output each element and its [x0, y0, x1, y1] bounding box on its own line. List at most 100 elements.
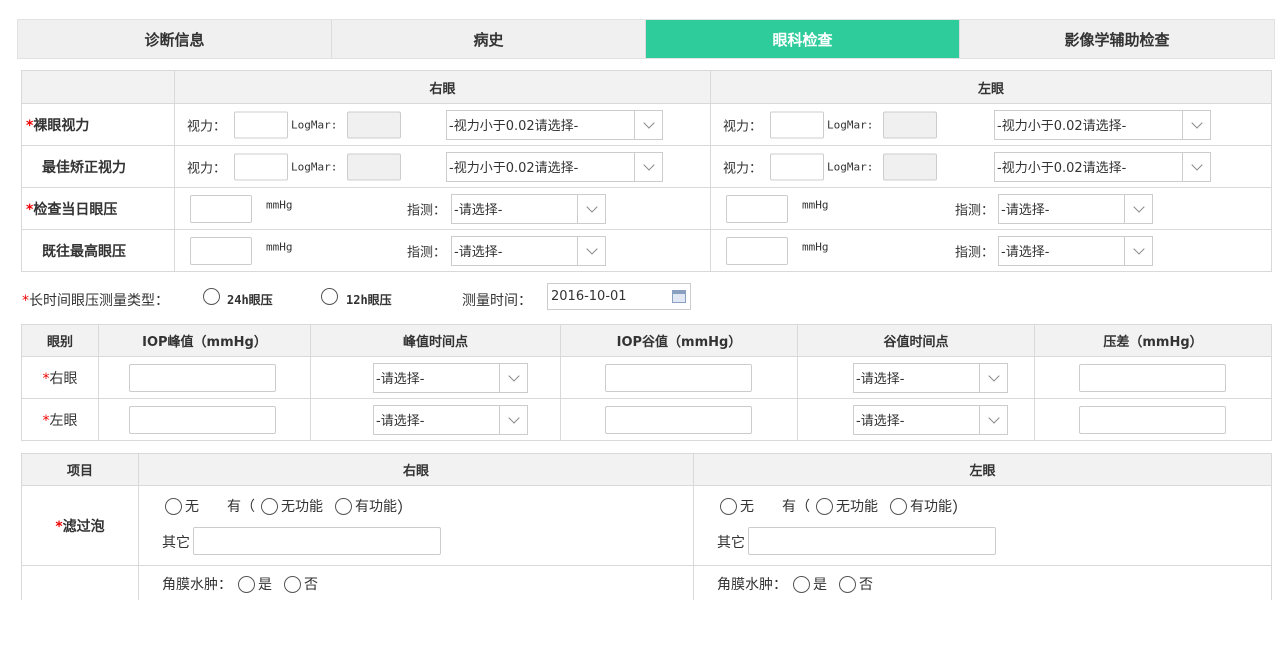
iop-peak-input[interactable]	[129, 405, 276, 434]
iop-valley-cell	[560, 398, 798, 441]
best-corrected-left: 视力： LogMar: -视力小于0.02请选择-	[710, 145, 1272, 188]
pressure-input[interactable]	[190, 236, 252, 265]
no-label: 否	[859, 577, 873, 593]
tab-bar: 诊断信息 病史 眼科检查 影像学辅助检查	[17, 19, 1275, 59]
radio-no[interactable]	[839, 575, 856, 593]
peak-time-select[interactable]: -请选择-	[373, 362, 528, 393]
finger-select[interactable]: -请选择-	[998, 193, 1153, 224]
vision-select[interactable]: -视力小于0.02请选择-	[446, 151, 663, 182]
has-label: 有（	[227, 499, 255, 515]
pressure-input[interactable]	[726, 236, 788, 265]
vision-input[interactable]	[234, 111, 288, 138]
header-empty	[21, 70, 175, 104]
iop-peak-time-cell: -请选择-	[310, 398, 561, 441]
valley-time-select[interactable]: -请选择-	[853, 362, 1008, 393]
radio-yes[interactable]	[793, 575, 810, 593]
vision-input[interactable]	[770, 111, 824, 138]
bleb-label-cell: *滤过泡	[21, 485, 139, 566]
long-term-label: *长时间眼压测量类型：	[22, 293, 169, 309]
radio-yes[interactable]	[238, 575, 255, 593]
naked-vision-left: 视力： LogMar: -视力小于0.02请选择-	[710, 103, 1272, 146]
radio-none[interactable]	[720, 497, 737, 515]
max-pressure-left: mmHg 指测： -请选择-	[710, 229, 1272, 272]
vision-pressure-table: 右眼 左眼 *裸眼视力 视力： LogMar: -视力小于0.02请选择- 视力…	[21, 70, 1272, 272]
chevron-down-icon	[499, 405, 527, 434]
has-function-label: 有功能	[355, 499, 397, 515]
vision-input[interactable]	[770, 153, 824, 180]
chevron-down-icon	[1182, 110, 1210, 139]
radio-no[interactable]	[284, 575, 301, 593]
iop-valley-input[interactable]	[605, 363, 752, 392]
iop-table: 眼别 IOP峰值（mmHg） 峰值时间点 IOP谷值（mmHg） 谷值时间点 压…	[21, 324, 1272, 441]
peak-time-select[interactable]: -请选择-	[373, 404, 528, 435]
mmhg-unit: mmHg	[802, 240, 829, 253]
radio-has-function[interactable]	[890, 497, 907, 515]
tab-eye-exam[interactable]: 眼科检查	[646, 20, 960, 58]
other-input[interactable]	[748, 527, 996, 555]
cornea-edema-label: 角膜水肿：	[717, 577, 787, 593]
other-input[interactable]	[193, 527, 441, 555]
iop-valley-input[interactable]	[605, 405, 752, 434]
iop-diff-input[interactable]	[1079, 405, 1226, 434]
finger-label: 指测：	[407, 245, 447, 260]
vision-input[interactable]	[234, 153, 288, 180]
finger-select[interactable]: -请选择-	[451, 235, 606, 266]
vision-select[interactable]: -视力小于0.02请选择-	[446, 109, 663, 140]
tab-diagnosis[interactable]: 诊断信息	[18, 20, 332, 58]
finger-select[interactable]: -请选择-	[451, 193, 606, 224]
radio-none[interactable]	[165, 497, 182, 515]
iop-diff-cell	[1034, 398, 1272, 441]
best-corrected-label: 最佳矫正视力	[42, 159, 126, 176]
valley-time-select[interactable]: -请选择-	[853, 404, 1008, 435]
pressure-today-left: mmHg 指测： -请选择-	[710, 187, 1272, 230]
bleb-options: 无 有（ 无功能 有功能 ）	[720, 494, 968, 518]
vision-select[interactable]: -视力小于0.02请选择-	[994, 151, 1211, 182]
pressure-today-label: 检查当日眼压	[33, 201, 118, 218]
iop-valley-time-cell: -请选择-	[797, 398, 1035, 441]
radio-has-function[interactable]	[335, 497, 352, 515]
no-function-label: 无功能	[836, 499, 878, 515]
vision-select[interactable]: -视力小于0.02请选择-	[994, 109, 1211, 140]
radio-no-function[interactable]	[261, 497, 278, 515]
logmar-input	[883, 111, 937, 138]
iop-row-label-right: *右眼	[21, 356, 99, 399]
radio-24h[interactable]	[203, 288, 220, 305]
close-paren: ）	[952, 498, 969, 517]
iop-header-peak: IOP峰值（mmHg）	[98, 324, 311, 357]
iop-peak-input[interactable]	[129, 363, 276, 392]
tab-imaging[interactable]: 影像学辅助检查	[960, 20, 1274, 58]
items-header-left: 左眼	[693, 453, 1272, 486]
items-table: 项目 右眼 左眼 *滤过泡 无 有（ 无功能 有功能 ） 其它 无 有（ 无功能…	[21, 453, 1272, 606]
none-label: 无	[185, 499, 199, 515]
chevron-down-icon	[1124, 194, 1152, 223]
iop-peak-cell	[98, 398, 311, 441]
chevron-down-icon	[577, 236, 605, 265]
measure-time-input[interactable]: 2016-10-01	[547, 283, 691, 310]
logmar-input	[347, 111, 401, 138]
mmhg-unit: mmHg	[802, 198, 829, 211]
items-header-item: 项目	[21, 453, 139, 486]
radio-no-function[interactable]	[816, 497, 833, 515]
yes-label: 是	[258, 577, 272, 593]
close-paren: ）	[397, 498, 414, 517]
pressure-input[interactable]	[726, 194, 788, 223]
finger-select[interactable]: -请选择-	[998, 235, 1153, 266]
radio-12h[interactable]	[321, 288, 338, 305]
iop-header-diff: 压差（mmHg）	[1034, 324, 1272, 357]
row-label-pressure-today: *检查当日眼压	[21, 187, 175, 230]
iop-valley-time-cell: -请选择-	[797, 356, 1035, 399]
logmar-label: LogMar:	[827, 160, 874, 173]
chevron-down-icon	[634, 152, 662, 181]
pressure-input[interactable]	[190, 194, 252, 223]
iop-header-valley-time: 谷值时间点	[797, 324, 1035, 357]
calendar-icon[interactable]	[672, 290, 686, 303]
tab-history[interactable]: 病史	[332, 20, 646, 58]
iop-peak-time-cell: -请选择-	[310, 356, 561, 399]
best-corrected-right: 视力： LogMar: -视力小于0.02请选择-	[174, 145, 711, 188]
chevron-down-icon	[634, 110, 662, 139]
naked-vision-label: 裸眼视力	[33, 117, 90, 134]
bottom-cutoff	[0, 600, 1284, 646]
chevron-down-icon	[499, 363, 527, 392]
vision-label: 视力：	[187, 119, 227, 134]
iop-diff-input[interactable]	[1079, 363, 1226, 392]
